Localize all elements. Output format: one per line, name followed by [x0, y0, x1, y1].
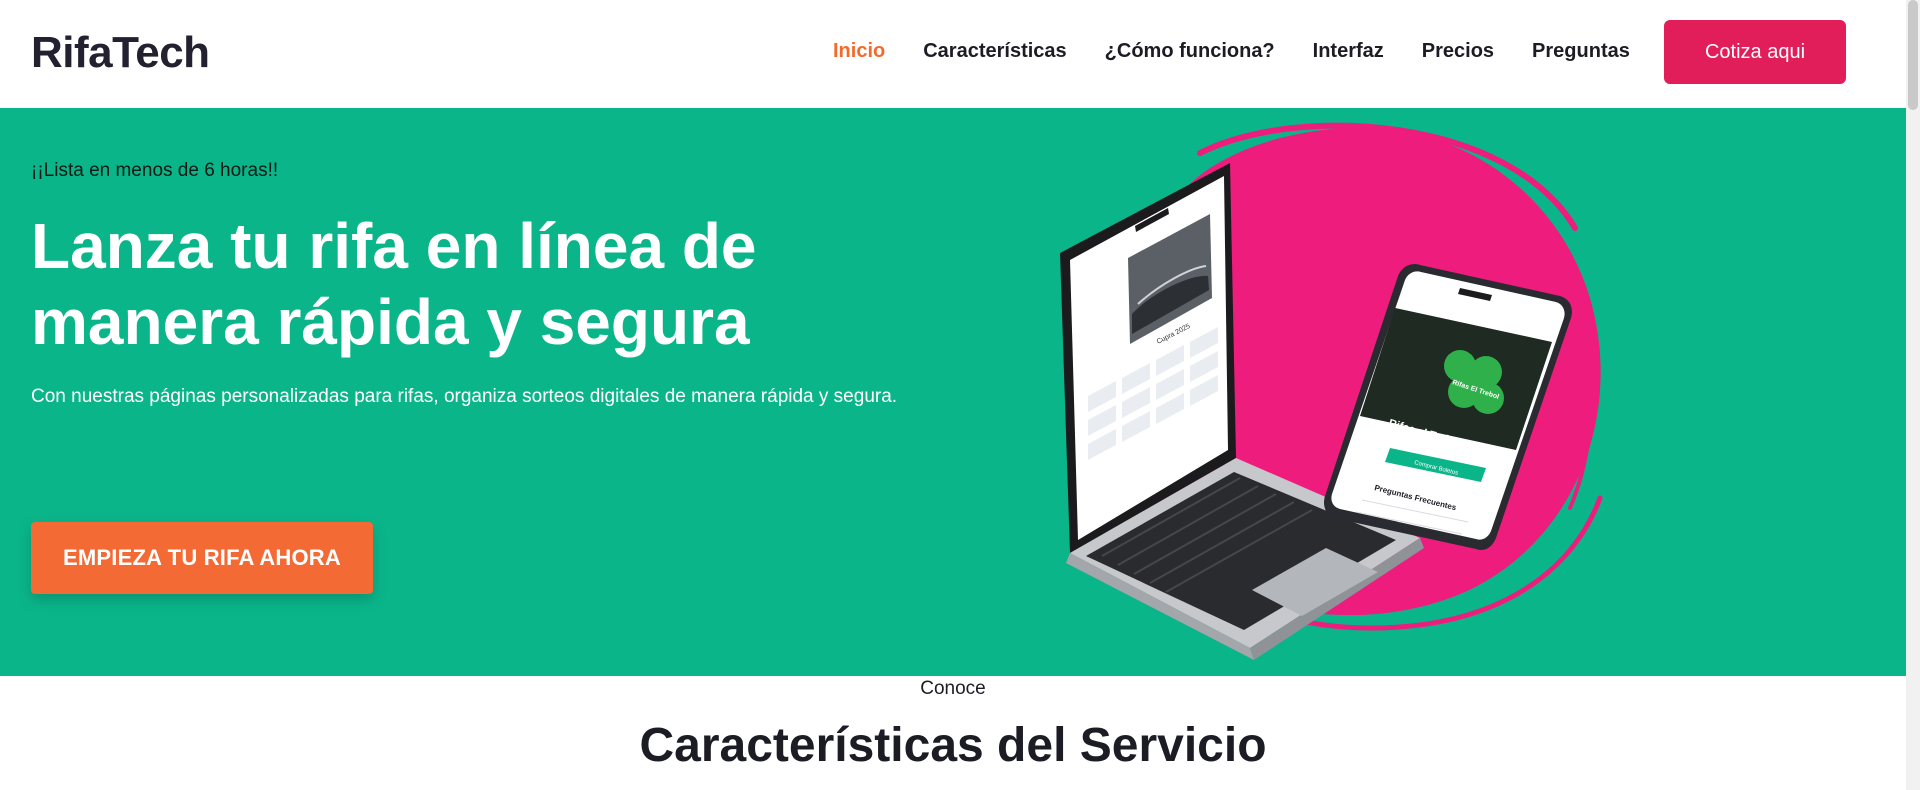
brand-logo[interactable]: RifaTech	[31, 28, 210, 78]
site-header: RifaTech Inicio Características ¿Cómo fu…	[0, 0, 1906, 108]
nav-item-preguntas[interactable]: Preguntas	[1532, 40, 1630, 63]
quote-button[interactable]: Cotiza aqui	[1664, 20, 1846, 84]
start-raffle-button[interactable]: EMPIEZA TU RIFA AHORA	[31, 522, 373, 594]
nav-item-inicio[interactable]: Inicio	[833, 40, 885, 63]
nav-item-interfaz[interactable]: Interfaz	[1313, 40, 1384, 63]
main-nav: Inicio Características ¿Cómo funciona? I…	[833, 40, 1668, 63]
scrollbar-thumb[interactable]	[1908, 0, 1918, 110]
hero-title: Lanza tu rifa en línea de manera rápida …	[31, 210, 757, 358]
section-title: Características del Servicio	[639, 719, 1267, 772]
nav-item-precios[interactable]: Precios	[1422, 40, 1494, 63]
hero-tagline: ¡¡Lista en menos de 6 horas!!	[31, 160, 279, 181]
page-scrollbar[interactable]	[1906, 0, 1920, 790]
hero-section: ¡¡Lista en menos de 6 horas!! Lanza tu r…	[0, 108, 1906, 676]
nav-item-caracteristicas[interactable]: Características	[923, 40, 1066, 63]
nav-item-como-funciona[interactable]: ¿Cómo funciona?	[1105, 40, 1275, 63]
hero-description: Con nuestras páginas personalizadas para…	[31, 386, 898, 407]
section-eyebrow: Conoce	[920, 678, 986, 699]
hero-device-mockup: Cupra 2025 Rifas El Trebol Rifas el Treb…	[1060, 122, 1603, 660]
